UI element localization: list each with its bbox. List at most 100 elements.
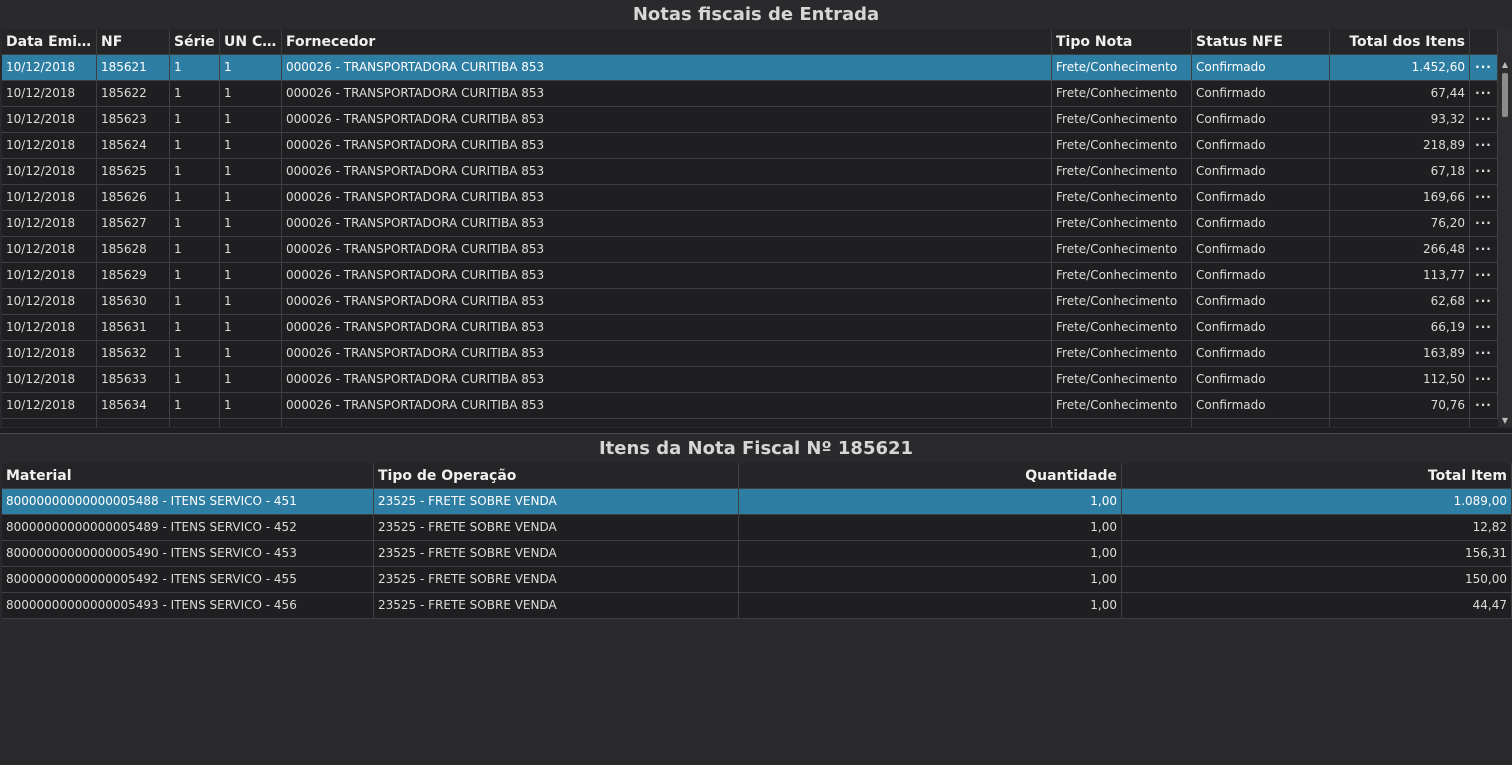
col-status-nfe-cell: Confirmado bbox=[1192, 315, 1330, 340]
col-nf-cell: 185634 bbox=[97, 393, 170, 418]
col-total-itens-header[interactable]: Total dos Itens bbox=[1330, 29, 1470, 54]
more-options-icon[interactable]: ··· bbox=[1470, 289, 1498, 314]
col-tipo-operacao-cell: 23525 - FRETE SOBRE VENDA bbox=[374, 593, 739, 618]
col-status-nfe-cell: Confirmado bbox=[1192, 185, 1330, 210]
col-material-cell: 80000000000000005488 - ITENS SERVICO - 4… bbox=[2, 489, 374, 514]
col-nf-cell: 185632 bbox=[97, 341, 170, 366]
col-tipo-operacao-cell: 23525 - FRETE SOBRE VENDA bbox=[374, 489, 739, 514]
col-status-nfe-cell: Confirmado bbox=[1192, 341, 1330, 366]
col-date-cell: 10/12/2018 bbox=[2, 211, 97, 236]
empty-cell bbox=[220, 419, 282, 427]
header-row: Data Emis... NF Série UN Cód Fornecedor Tipo … bbox=[2, 29, 1498, 55]
col-quantidade-header[interactable]: Quantidade bbox=[739, 463, 1122, 488]
table-row[interactable]: 10/12/2018 185629 1 1 000026 - TRANSPORTADOR… bbox=[2, 263, 1498, 289]
table-row[interactable]: 80000000000000005488 - ITENS SERVICO - 4… bbox=[2, 489, 1512, 515]
table-row[interactable]: 10/12/2018 185633 1 1 000026 - TRANSPORTADOR… bbox=[2, 367, 1498, 393]
col-tipo-operacao-cell: 23525 - FRETE SOBRE VENDA bbox=[374, 515, 739, 540]
table-row[interactable]: 10/12/2018 185634 1 1 000026 - TRANSPORTADOR… bbox=[2, 393, 1498, 419]
col-quantidade-cell: 1,00 bbox=[739, 593, 1122, 618]
col-fornecedor-cell: 000026 - TRANSPORTADORA CURITIBA 853 bbox=[282, 393, 1052, 418]
col-total-itens-cell: 93,32 bbox=[1330, 107, 1470, 132]
table-row[interactable]: 80000000000000005490 - ITENS SERVICO - 4… bbox=[2, 541, 1512, 567]
col-total-itens-cell: 66,19 bbox=[1330, 315, 1470, 340]
col-fornecedor-cell: 000026 - TRANSPORTADORA CURITIBA 853 bbox=[282, 341, 1052, 366]
col-un-cod-header[interactable]: UN Cód bbox=[220, 29, 282, 54]
col-status-nfe-cell: Confirmado bbox=[1192, 393, 1330, 418]
col-material-cell: 80000000000000005492 - ITENS SERVICO - 4… bbox=[2, 567, 374, 592]
empty-cell bbox=[2, 419, 97, 427]
col-un-cod-cell: 1 bbox=[220, 263, 282, 288]
col-status-nfe-cell: Confirmado bbox=[1192, 133, 1330, 158]
scroll-up-icon[interactable]: ▲ bbox=[1498, 59, 1512, 71]
empty-cell bbox=[282, 419, 1052, 427]
col-fornecedor-cell: 000026 - TRANSPORTADORA CURITIBA 853 bbox=[282, 185, 1052, 210]
col-un-cod-cell: 1 bbox=[220, 107, 282, 132]
more-options-icon[interactable]: ··· bbox=[1470, 107, 1498, 132]
col-total-item-cell: 156,31 bbox=[1122, 541, 1512, 566]
col-un-cod-cell: 1 bbox=[220, 367, 282, 392]
table-row[interactable]: 10/12/2018 185621 1 1 000026 - TRANSPORTADOR… bbox=[2, 55, 1498, 81]
col-nf-header[interactable]: NF bbox=[97, 29, 170, 54]
header-row: Material Tipo de Operação Quantidade Total … bbox=[2, 463, 1512, 489]
col-tipo-nota-cell: Frete/Conhecimento bbox=[1052, 341, 1192, 366]
table-row[interactable]: 10/12/2018 185628 1 1 000026 - TRANSPORTADOR… bbox=[2, 237, 1498, 263]
more-options-icon[interactable]: ··· bbox=[1470, 55, 1498, 80]
table-row[interactable]: 80000000000000005489 - ITENS SERVICO - 4… bbox=[2, 515, 1512, 541]
entry-invoices-scrollbar[interactable]: ▲ ▼ bbox=[1498, 29, 1512, 427]
table-row[interactable]: 80000000000000005492 - ITENS SERVICO - 4… bbox=[2, 567, 1512, 593]
empty-cell bbox=[1330, 419, 1470, 427]
table-row[interactable]: 80000000000000005493 - ITENS SERVICO - 4… bbox=[2, 593, 1512, 619]
invoice-items-title: Itens da Nota Fiscal Nº 185621 bbox=[598, 438, 914, 459]
col-fornecedor-header[interactable]: Fornecedor bbox=[282, 29, 1052, 54]
more-options-icon[interactable]: ··· bbox=[1470, 315, 1498, 340]
col-date-cell: 10/12/2018 bbox=[2, 55, 97, 80]
col-serie-cell: 1 bbox=[170, 81, 220, 106]
col-total-itens-cell: 113,77 bbox=[1330, 263, 1470, 288]
col-nf-cell: 185626 bbox=[97, 185, 170, 210]
more-options-icon[interactable]: ··· bbox=[1470, 263, 1498, 288]
col-serie-cell: 1 bbox=[170, 315, 220, 340]
table-row[interactable]: 10/12/2018 185622 1 1 000026 - TRANSPORTADOR… bbox=[2, 81, 1498, 107]
col-total-item-header[interactable]: Total Item bbox=[1122, 463, 1512, 488]
more-options-icon[interactable]: ··· bbox=[1470, 367, 1498, 392]
col-fornecedor-cell: 000026 - TRANSPORTADORA CURITIBA 853 bbox=[282, 133, 1052, 158]
table-row[interactable]: 10/12/2018 185623 1 1 000026 - TRANSPORTADOR… bbox=[2, 107, 1498, 133]
col-total-item-cell: 1.089,00 bbox=[1122, 489, 1512, 514]
col-serie-cell: 1 bbox=[170, 289, 220, 314]
col-fornecedor-cell: 000026 - TRANSPORTADORA CURITIBA 853 bbox=[282, 315, 1052, 340]
more-options-icon[interactable]: ··· bbox=[1470, 159, 1498, 184]
table-row[interactable]: 10/12/2018 185631 1 1 000026 - TRANSPORTADOR… bbox=[2, 315, 1498, 341]
col-tipo-nota-cell: Frete/Conhecimento bbox=[1052, 393, 1192, 418]
col-date-cell: 10/12/2018 bbox=[2, 263, 97, 288]
col-status-nfe-header[interactable]: Status NFE bbox=[1192, 29, 1330, 54]
col-un-cod-cell: 1 bbox=[220, 133, 282, 158]
more-options-icon[interactable]: ··· bbox=[1470, 341, 1498, 366]
more-options-icon[interactable]: ··· bbox=[1470, 133, 1498, 158]
more-options-icon[interactable]: ··· bbox=[1470, 81, 1498, 106]
col-date-header[interactable]: Data Emis... bbox=[2, 29, 97, 54]
col-material-cell: 80000000000000005493 - ITENS SERVICO - 4… bbox=[2, 593, 374, 618]
scrollbar-thumb[interactable] bbox=[1502, 73, 1508, 117]
more-options-icon[interactable]: ··· bbox=[1470, 185, 1498, 210]
more-options-icon[interactable]: ··· bbox=[1470, 211, 1498, 236]
more-options-icon[interactable]: ··· bbox=[1470, 237, 1498, 262]
col-serie-cell: 1 bbox=[170, 367, 220, 392]
col-tipo-nota-header[interactable]: Tipo Nota bbox=[1052, 29, 1192, 54]
table-row[interactable]: 10/12/2018 185627 1 1 000026 - TRANSPORTADOR… bbox=[2, 211, 1498, 237]
table-row[interactable]: 10/12/2018 185625 1 1 000026 - TRANSPORTADOR… bbox=[2, 159, 1498, 185]
col-material-header[interactable]: Material bbox=[2, 463, 374, 488]
col-status-nfe-cell: Confirmado bbox=[1192, 367, 1330, 392]
table-row[interactable]: 10/12/2018 185624 1 1 000026 - TRANSPORTADOR… bbox=[2, 133, 1498, 159]
table-row[interactable]: 10/12/2018 185630 1 1 000026 - TRANSPORTADOR… bbox=[2, 289, 1498, 315]
col-nf-cell: 185621 bbox=[97, 55, 170, 80]
col-tipo-nota-cell: Frete/Conhecimento bbox=[1052, 263, 1192, 288]
scroll-down-icon[interactable]: ▼ bbox=[1498, 415, 1512, 427]
table-row[interactable]: 10/12/2018 185632 1 1 000026 - TRANSPORTADOR… bbox=[2, 341, 1498, 367]
more-options-icon[interactable]: ··· bbox=[1470, 393, 1498, 418]
col-tipo-operacao-header[interactable]: Tipo de Operação bbox=[374, 463, 739, 488]
col-serie-header[interactable]: Série bbox=[170, 29, 220, 54]
col-tipo-nota-cell: Frete/Conhecimento bbox=[1052, 367, 1192, 392]
col-fornecedor-cell: 000026 - TRANSPORTADORA CURITIBA 853 bbox=[282, 211, 1052, 236]
table-row[interactable]: 10/12/2018 185626 1 1 000026 - TRANSPORTADOR… bbox=[2, 185, 1498, 211]
empty-cell bbox=[1192, 419, 1330, 427]
